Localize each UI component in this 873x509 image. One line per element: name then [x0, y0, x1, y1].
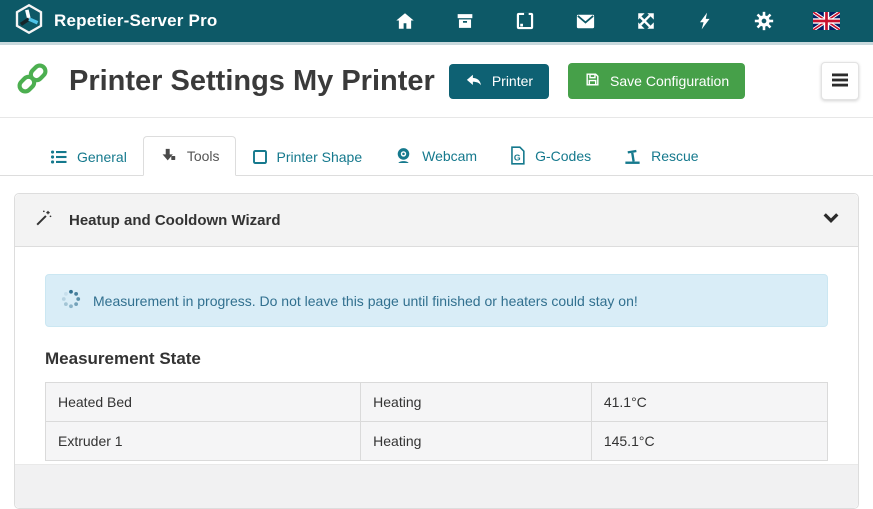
brand[interactable]: Repetier-Server Pro: [14, 4, 217, 39]
settings-tabs: General Tools Printer Shape Webc: [0, 118, 873, 176]
tab-rescue[interactable]: Rescue: [607, 136, 714, 176]
tab-tools[interactable]: Tools: [143, 136, 236, 176]
heater-name-cell: Extruder 1: [46, 422, 361, 461]
magic-wand-icon: [33, 208, 53, 232]
expand-arrows-icon: [635, 10, 657, 32]
fullscreen-button[interactable]: [616, 0, 676, 42]
measurement-state-table: Heated Bed Heating 41.1°C Extruder 1 Hea…: [45, 382, 828, 461]
messages-button[interactable]: [555, 0, 616, 42]
heater-name-cell: Heated Bed: [46, 383, 361, 422]
printer-list-button[interactable]: [435, 0, 495, 42]
webcam-icon: [394, 146, 413, 165]
brand-title: Repetier-Server Pro: [54, 11, 217, 31]
power-button[interactable]: [676, 0, 734, 42]
heater-state-cell: Heating: [361, 383, 592, 422]
wizard-panel-header[interactable]: Heatup and Cooldown Wizard: [15, 194, 858, 247]
page-title: Printer Settings My Printer: [69, 65, 435, 98]
heater-temp-cell: 145.1°C: [591, 422, 827, 461]
table-row: Heated Bed Heating 41.1°C: [46, 383, 828, 422]
svg-text:G: G: [514, 152, 521, 162]
language-button[interactable]: [794, 0, 859, 42]
square-outline-icon: [252, 149, 268, 165]
home-button[interactable]: [375, 0, 435, 42]
back-to-printer-button[interactable]: Printer: [449, 64, 549, 99]
bolt-icon: [695, 10, 715, 32]
navbar-actions: [375, 0, 859, 42]
save-configuration-button[interactable]: Save Configuration: [568, 63, 745, 99]
list-icon: [50, 149, 68, 165]
measurement-progress-alert: Measurement in progress. Do not leave th…: [45, 274, 828, 327]
tab-gcodes[interactable]: G G-Codes: [493, 135, 607, 176]
spinner-icon: [61, 289, 81, 312]
gcode-file-icon: G: [509, 146, 526, 165]
gear-icon: [753, 10, 775, 32]
save-floppy-icon: [584, 71, 601, 91]
hamburger-icon: [832, 73, 848, 90]
heater-temp-cell: 41.1°C: [591, 383, 827, 422]
rescue-icon: [623, 147, 642, 165]
reply-arrow-icon: [465, 72, 483, 91]
wizard-panel: Heatup and Cooldown Wizard Me: [14, 193, 859, 509]
tab-printer-shape[interactable]: Printer Shape: [236, 138, 379, 176]
flag-uk-icon: [813, 12, 840, 30]
tab-webcam[interactable]: Webcam: [378, 135, 493, 176]
more-menu-button[interactable]: [821, 62, 859, 100]
alert-text: Measurement in progress. Do not leave th…: [93, 293, 638, 309]
tool-icon: [159, 147, 178, 165]
heater-state-cell: Heating: [361, 422, 592, 461]
page-header: Printer Settings My Printer Printer Save…: [0, 45, 873, 118]
printer-frame-icon: [514, 10, 536, 32]
wizard-panel-title: Heatup and Cooldown Wizard: [69, 212, 281, 229]
tab-general[interactable]: General: [34, 138, 143, 176]
mail-icon: [574, 10, 597, 33]
section-title: Measurement State: [45, 349, 828, 369]
link-chain-icon: [14, 60, 51, 102]
top-navbar: Repetier-Server Pro: [0, 0, 873, 45]
wizard-panel-body: Measurement in progress. Do not leave th…: [15, 247, 858, 464]
chevron-down-icon: [822, 211, 840, 229]
table-row: Extruder 1 Heating 145.1°C: [46, 422, 828, 461]
wizard-panel-footer: [15, 464, 858, 508]
home-icon: [394, 10, 416, 32]
settings-button[interactable]: [734, 0, 794, 42]
repetier-logo-icon: [14, 4, 44, 39]
printer-box-icon: [454, 10, 476, 32]
printer-frame-button[interactable]: [495, 0, 555, 42]
